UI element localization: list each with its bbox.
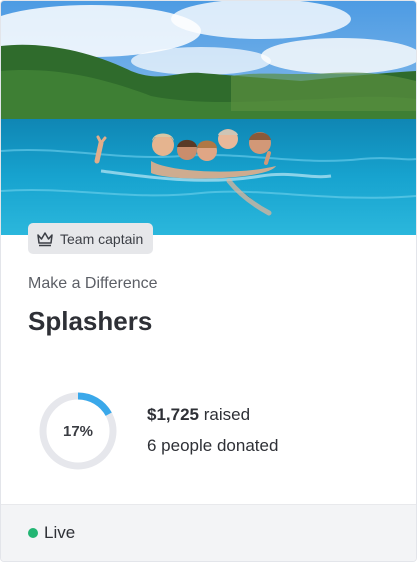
team-name[interactable]: Splashers <box>28 305 152 337</box>
status-label: Live <box>44 523 76 542</box>
hero-photo <box>1 1 416 235</box>
progress-percent: 17% <box>62 422 94 440</box>
live-status-dot <box>28 528 38 538</box>
donors-count: 6 people donated <box>147 436 279 455</box>
status-footer: Live <box>1 504 416 561</box>
fundraising-team-card[interactable]: Team captain Make a Difference Splashers… <box>0 0 417 562</box>
raised-suffix: raised <box>199 405 251 424</box>
badge-label: Team captain <box>60 230 144 247</box>
crown-icon <box>36 231 54 247</box>
organization-name: Make a Difference <box>28 275 158 292</box>
raised-line: $1,725 raised <box>147 403 278 427</box>
raised-amount: $1,725 <box>147 405 199 424</box>
progress-ring: 17% <box>38 391 118 471</box>
fundraising-stats: $1,725 raised 6 people donated <box>147 403 278 458</box>
team-captain-badge: Team captain <box>28 223 154 254</box>
